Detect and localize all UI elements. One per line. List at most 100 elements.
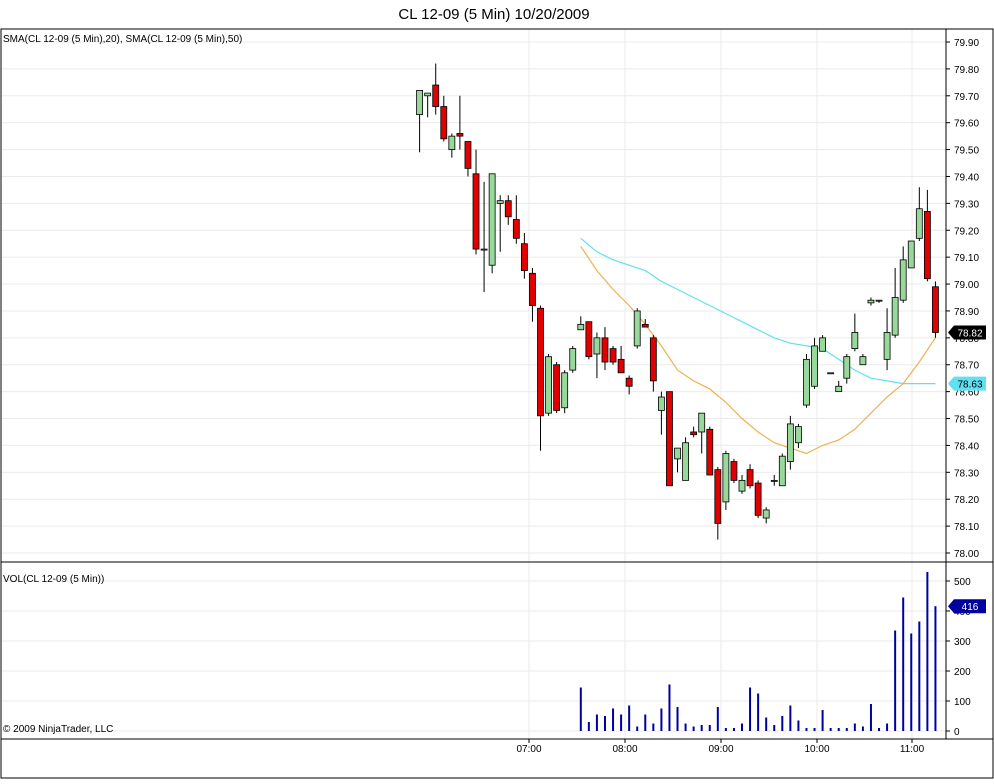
candle-body: [795, 426, 802, 444]
sma50-tag: 78.63: [948, 376, 986, 391]
down-candle: [553, 362, 561, 414]
up-candle: [819, 335, 826, 352]
candle-body: [738, 479, 746, 492]
price-tick-label: 79.30: [954, 199, 979, 210]
candle-body: [851, 332, 859, 350]
volume-bar: [805, 728, 808, 731]
candle-body: [504, 200, 512, 218]
volume-bar: [845, 728, 848, 731]
time-tick-label: 07:00: [516, 744, 541, 755]
volume-bar: [886, 723, 889, 731]
volume-bar: [603, 716, 606, 731]
candle-body: [907, 240, 915, 269]
volume-bar: [628, 705, 631, 731]
candle-body: [867, 299, 875, 304]
price-tick-label: 79.70: [954, 92, 979, 103]
candle-body: [714, 469, 722, 524]
candle-body: [722, 453, 730, 503]
candle-body: [658, 396, 665, 411]
candle-body: [803, 358, 810, 406]
candle-body: [480, 248, 488, 251]
up-candle: [907, 240, 915, 269]
up-candle: [786, 415, 794, 470]
candle-body: [512, 219, 520, 239]
volume-bar: [878, 728, 881, 731]
candle-body: [819, 337, 826, 352]
candle-body: [843, 356, 851, 379]
candle-body: [859, 356, 867, 366]
candle-body: [770, 479, 778, 482]
price-tick-label: 78.70: [954, 361, 979, 372]
candle-body: [432, 84, 440, 107]
candle-body: [827, 372, 835, 375]
candle-body: [915, 208, 923, 239]
price-tick-label: 79.00: [954, 280, 979, 291]
volume-bar: [829, 728, 832, 731]
price-indicator-label: SMA(CL 12-09 (5 Min),20), SMA(CL 12-09 (…: [3, 34, 242, 45]
candle-body: [545, 356, 552, 414]
up-candle: [569, 345, 577, 373]
price-tick-label: 79.90: [954, 38, 979, 49]
volume-tag-label: 416: [962, 602, 979, 613]
candle-body: [899, 259, 907, 301]
volume-tag: 416: [948, 599, 986, 614]
volume-bar: [773, 725, 776, 731]
volume-bar: [660, 708, 663, 731]
volume-bar: [708, 725, 711, 731]
candle-body: [472, 173, 480, 250]
candle-body: [601, 337, 609, 363]
sma50-tag-label: 78.63: [957, 380, 982, 391]
volume-bar: [797, 720, 800, 731]
volume-tick-label: 300: [954, 637, 971, 648]
candle-body: [625, 377, 633, 387]
price-tick-label: 79.60: [954, 119, 979, 130]
down-candle: [706, 426, 714, 476]
up-candle: [827, 372, 835, 375]
candle-body: [666, 391, 673, 487]
candle-body: [496, 200, 504, 204]
up-candle: [488, 173, 496, 274]
down-candle: [754, 480, 762, 519]
volume-bar: [579, 687, 582, 731]
volume-bar: [781, 716, 784, 731]
last-price-tag: 78.82: [948, 325, 986, 340]
candle-body: [529, 272, 536, 306]
candle-body: [649, 337, 657, 382]
volume-bar: [612, 708, 615, 731]
time-tick-label: 08:00: [612, 744, 637, 755]
candle-body: [593, 337, 601, 355]
volume-bar: [902, 597, 905, 731]
candle-body: [746, 469, 754, 487]
candle-body: [488, 173, 496, 266]
volume-bar: [587, 722, 590, 731]
volume-bar: [700, 725, 703, 731]
candle-body: [682, 442, 689, 481]
volume-bar: [668, 684, 671, 731]
time-tick-label: 10:00: [804, 744, 829, 755]
up-candle: [682, 437, 689, 481]
volume-bar: [837, 728, 840, 731]
candle-body: [932, 286, 939, 333]
candle-body: [875, 299, 883, 302]
volume-bar: [765, 717, 768, 731]
volume-bar: [620, 714, 623, 731]
candle-body: [690, 431, 698, 436]
down-candle: [585, 321, 593, 360]
up-candle: [722, 450, 730, 510]
time-tick-label: 09:00: [708, 744, 733, 755]
volume-bar: [853, 723, 856, 731]
time-tick-label: 11:00: [900, 744, 925, 755]
candle-body: [835, 385, 843, 393]
candle-body: [762, 509, 770, 519]
price-tick-label: 78.90: [954, 307, 979, 318]
candle-body: [786, 423, 794, 462]
candle-body: [883, 332, 891, 360]
candle-body: [464, 141, 472, 169]
price-tick-label: 78.00: [954, 549, 979, 560]
price-tick-label: 79.50: [954, 146, 979, 157]
candle-body: [754, 482, 762, 516]
candle-body: [416, 90, 424, 116]
candle-body: [730, 461, 738, 481]
price-tick-label: 78.50: [954, 415, 979, 426]
price-tick-label: 78.40: [954, 441, 979, 452]
